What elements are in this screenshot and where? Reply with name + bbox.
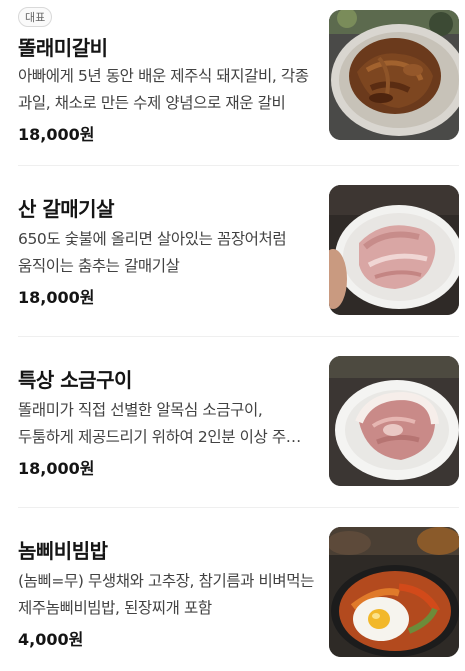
menu-item-name: 똘래미갈비: [18, 36, 108, 60]
divider: [18, 507, 459, 508]
food-image: [329, 10, 459, 140]
menu-item-price: 18,000원: [18, 288, 95, 307]
menu-list: 대표 똘래미갈비 아빠에게 5년 동안 배운 제주식 돼지갈비, 각종 과일, …: [0, 0, 465, 671]
divider: [18, 165, 459, 166]
divider: [18, 336, 459, 337]
raw-pork-skirt-photo[interactable]: [329, 185, 459, 315]
menu-item[interactable]: 놈삐비빔밥 (놈삐=무) 무생채와 고추장, 참기름과 비벼먹는 제주놈삐비빔밥…: [0, 513, 465, 663]
food-image: [329, 527, 459, 657]
menu-item-price: 18,000원: [18, 125, 95, 144]
raw-pork-neck-photo[interactable]: [329, 356, 459, 486]
bibimbap-photo[interactable]: [329, 527, 459, 657]
menu-item-description: 똘래미가 직접 선별한 알목심 소금구이, 두툼하게 제공드리기 위하여 2인분…: [18, 401, 300, 446]
food-image: [329, 185, 459, 315]
menu-item-name: 특상 소금구이: [18, 368, 132, 392]
signature-badge: 대표: [18, 7, 53, 27]
menu-item-price: 4,000원: [18, 630, 84, 649]
food-image: [329, 356, 459, 486]
marinated-pork-ribs-photo[interactable]: [329, 10, 459, 140]
menu-item-name: 산 갈매기살: [18, 197, 114, 221]
menu-item[interactable]: 대표 똘래미갈비 아빠에게 5년 동안 배운 제주식 돼지갈비, 각종 과일, …: [0, 0, 465, 150]
menu-item-description: 아빠에게 5년 동안 배운 제주식 돼지갈비, 각종 과일, 채소로 만든 수제…: [18, 67, 309, 112]
menu-item-description: 650도 숯불에 올리면 살아있는 꼼장어처럼 움직이는 춤추는 갈매기살: [18, 230, 287, 275]
menu-item[interactable]: 특상 소금구이 똘래미가 직접 선별한 알목심 소금구이, 두툼하게 제공드리기…: [0, 342, 465, 492]
menu-item-name: 놈삐비빔밥: [18, 539, 108, 563]
menu-item[interactable]: 산 갈매기살 650도 숯불에 올리면 살아있는 꼼장어처럼 움직이는 춤추는 …: [0, 171, 465, 321]
menu-item-price: 18,000원: [18, 459, 95, 478]
menu-item-description: (놈삐=무) 무생채와 고추장, 참기름과 비벼먹는 제주놈삐비빔밥, 된장찌개…: [18, 572, 314, 617]
